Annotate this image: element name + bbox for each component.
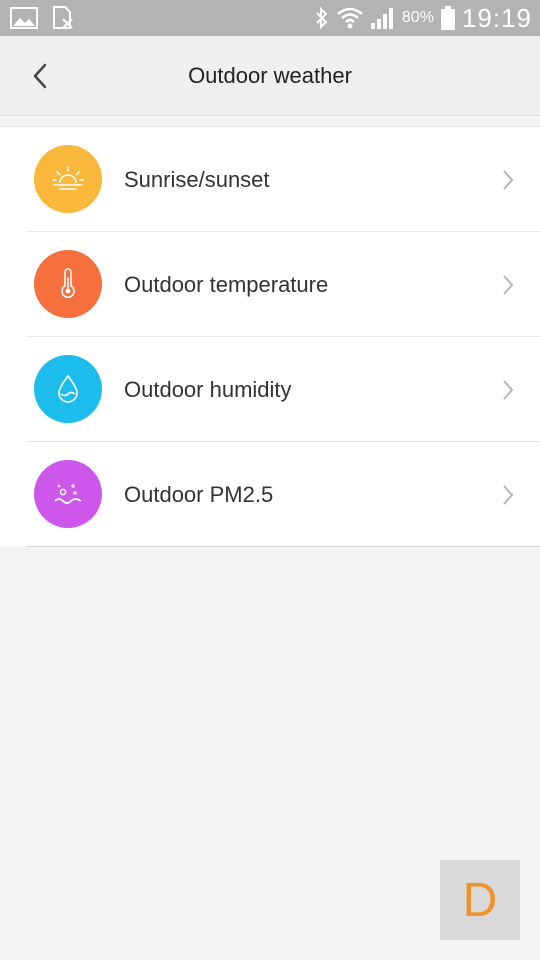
page-title: Outdoor weather xyxy=(188,63,352,88)
water-drop-icon xyxy=(58,374,78,403)
list-item-sunrise-sunset[interactable]: Sunrise/sunset xyxy=(0,127,540,232)
pm25-icon xyxy=(54,484,82,504)
gallery-icon xyxy=(10,7,38,29)
list-item-outdoor-pm25[interactable]: Outdoor PM2.5 xyxy=(0,442,540,547)
sim-card-icon xyxy=(53,6,73,29)
status-time: 19:19 xyxy=(461,2,532,33)
thermometer-icon-circle xyxy=(34,250,102,318)
list-item-label: Outdoor temperature xyxy=(124,272,329,297)
list-item-outdoor-temperature[interactable]: Outdoor temperature xyxy=(0,232,540,337)
list-item-label: Sunrise/sunset xyxy=(124,167,270,192)
weather-options-list: Sunrise/sunset Outdoor temperature Outdo… xyxy=(0,126,540,547)
water-drop-icon-circle xyxy=(34,355,102,423)
sunrise-icon xyxy=(52,166,84,190)
floating-d-button[interactable]: D xyxy=(440,860,520,940)
status-bar-left xyxy=(10,6,74,30)
chevron-right-icon xyxy=(503,485,514,505)
bluetooth-icon xyxy=(316,6,328,30)
chevron-right-icon xyxy=(503,275,514,295)
chevron-right-icon xyxy=(503,170,514,190)
divider xyxy=(26,546,540,547)
battery-percent: 80% xyxy=(401,9,434,26)
chevron-right-icon xyxy=(503,380,514,400)
list-item-label: Outdoor humidity xyxy=(124,377,292,402)
signal-icon xyxy=(370,8,393,29)
wifi-icon xyxy=(337,7,363,29)
list-item-label: Outdoor PM2.5 xyxy=(124,482,274,507)
list-item-outdoor-humidity[interactable]: Outdoor humidity xyxy=(0,337,540,442)
pm25-icon-circle xyxy=(34,460,102,528)
status-bar-right: 80% 19:19 xyxy=(314,3,532,33)
sunrise-icon-circle xyxy=(34,145,102,213)
thermometer-icon xyxy=(61,268,75,298)
header: Outdoor weather xyxy=(0,36,540,116)
battery-icon xyxy=(440,6,455,30)
floating-button-label: D xyxy=(462,873,498,927)
status-bar: 80% 19:19 xyxy=(0,0,540,36)
